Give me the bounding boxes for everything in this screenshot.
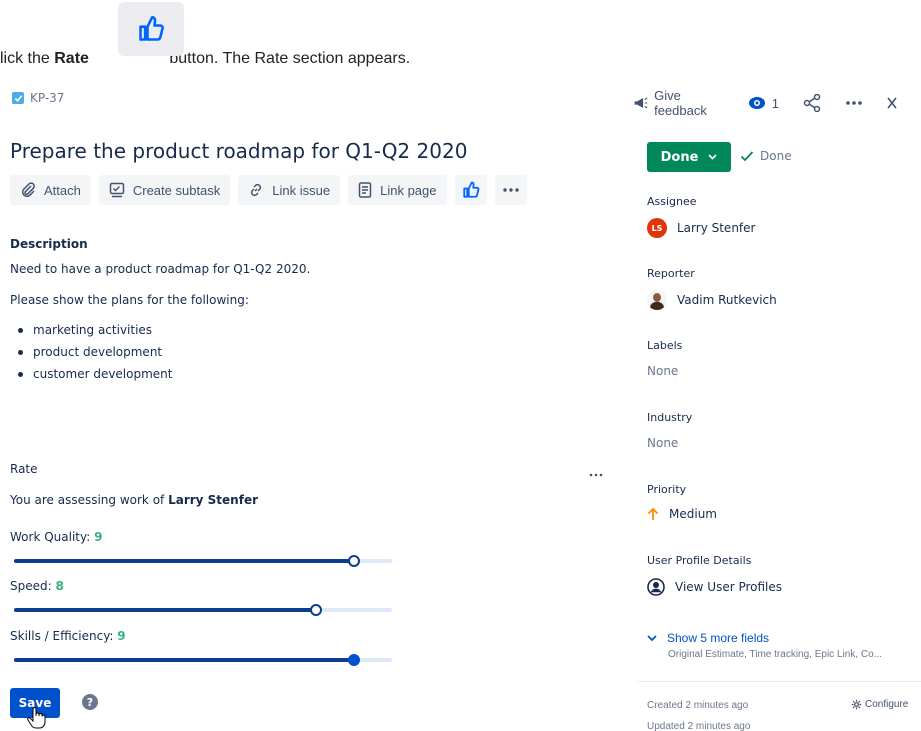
status-label: Done [660, 149, 699, 165]
create-subtask-button[interactable]: Create subtask [98, 175, 231, 205]
skills-efficiency-slider[interactable] [14, 654, 392, 666]
avatar: LS [647, 218, 667, 238]
updated-timestamp: Updated 2 minutes ago [647, 721, 751, 731]
reporter-name: Vadim Rutkevich [677, 293, 777, 307]
industry-label: Industry [647, 411, 693, 424]
criterion-label-speed: Speed: 8 [10, 579, 64, 593]
attach-button[interactable]: Attach [10, 175, 91, 205]
avatar [647, 290, 667, 310]
slider-thumb[interactable] [310, 604, 323, 616]
share-icon [803, 94, 821, 112]
give-feedback-label: Give feedback [654, 88, 707, 118]
subtask-icon [109, 182, 125, 198]
priority-label: Priority [647, 483, 687, 496]
page-icon [358, 182, 372, 198]
description-label: Description [10, 237, 88, 251]
attach-label: Attach [44, 182, 81, 198]
paperclip-icon [21, 182, 35, 198]
configure-button[interactable]: Configure [851, 699, 908, 710]
watch-button[interactable]: 1 [748, 96, 779, 111]
status-dropdown[interactable]: Done [647, 142, 731, 172]
issue-toolbar: Attach Create subtask Link issue Link pa… [10, 175, 527, 205]
link-issue-button[interactable]: Link issue [238, 175, 341, 205]
view-user-profiles-label: View User Profiles [675, 580, 783, 594]
megaphone-icon [634, 97, 648, 109]
configure-label: Configure [865, 699, 909, 710]
user-circle-icon [647, 578, 665, 596]
description-list: marketing activities product development… [16, 319, 172, 385]
priority-value: Medium [669, 507, 717, 521]
arrow-up-icon [647, 507, 659, 520]
help-icon[interactable]: ? [82, 694, 98, 710]
industry-value[interactable]: None [647, 436, 678, 450]
link-issue-label: Link issue [272, 182, 331, 198]
reporter-field[interactable]: Vadim Rutkevich [647, 290, 777, 310]
thumbs-up-icon [139, 16, 164, 41]
assignee-name: Larry Stenfer [677, 221, 756, 235]
chevron-down-icon [708, 154, 717, 160]
rate-more-button[interactable] [589, 462, 603, 481]
give-feedback-button[interactable]: Give feedback [633, 88, 724, 118]
close-icon [887, 97, 897, 109]
more-actions-button[interactable] [845, 100, 863, 106]
more-icon [589, 473, 603, 477]
description-line-1: Need to have a product roadmap for Q1-Q2… [10, 262, 311, 276]
list-item: product development [16, 341, 172, 363]
criterion-label-work-quality: Work Quality: 9 [10, 530, 103, 544]
chevron-down-icon [647, 634, 657, 641]
close-button[interactable] [887, 97, 897, 109]
more-icon [846, 101, 862, 105]
issue-key[interactable]: KP-37 [12, 91, 64, 105]
user-profile-label: User Profile Details [647, 554, 752, 567]
task-type-icon [12, 92, 24, 104]
work-quality-slider[interactable] [14, 555, 392, 567]
more-icon [502, 188, 519, 192]
labels-label: Labels [647, 339, 683, 352]
slider-thumb[interactable] [348, 555, 361, 567]
instruction-text: lick the Rate button. The Rate section a… [0, 50, 411, 67]
assessing-text: You are assessing work of Larry Stenfer [10, 493, 258, 507]
link-icon [251, 183, 262, 197]
speed-slider[interactable] [14, 604, 392, 616]
description-line-2: Please show the plans for the following: [10, 293, 249, 307]
watcher-count: 1 [771, 95, 779, 111]
rate-button[interactable] [454, 175, 487, 205]
divider [637, 681, 921, 682]
issue-title[interactable]: Prepare the product roadmap for Q1-Q2 20… [10, 139, 467, 163]
priority-field[interactable]: Medium [647, 507, 717, 521]
criterion-label-skills: Skills / Efficiency: 9 [10, 629, 126, 643]
create-subtask-label: Create subtask [132, 182, 221, 198]
labels-value[interactable]: None [647, 364, 678, 378]
show-more-fields-label: Show 5 more fields [667, 631, 770, 645]
resolution: Done [740, 149, 792, 163]
rate-label: Rate [10, 462, 38, 476]
created-timestamp: Created 2 minutes ago [647, 700, 749, 711]
issue-key-label: KP-37 [30, 91, 65, 105]
check-icon [740, 151, 754, 162]
issue-top-actions: Give feedback 1 [633, 88, 921, 118]
rate-button-illustration [118, 2, 184, 56]
assignee-label: Assignee [647, 195, 697, 208]
resolution-label: Done [760, 149, 792, 163]
link-page-button[interactable]: Link page [348, 175, 447, 205]
more-fields-summary: Original Estimate, Time tracking, Epic L… [668, 649, 882, 660]
view-user-profiles-link[interactable]: View User Profiles [647, 578, 782, 596]
share-button[interactable] [803, 94, 821, 112]
eye-icon [748, 97, 765, 109]
list-item: customer development [16, 363, 172, 385]
list-item: marketing activities [16, 319, 172, 341]
assignee-field[interactable]: LS Larry Stenfer [647, 218, 755, 238]
show-more-fields[interactable]: Show 5 more fields Original Estimate, Ti… [647, 631, 882, 660]
slider-thumb[interactable] [348, 654, 361, 666]
gear-icon [851, 699, 862, 710]
more-toolbar-button[interactable] [494, 175, 527, 205]
hand-cursor-icon [26, 706, 48, 731]
reporter-label: Reporter [647, 267, 695, 280]
thumbs-up-icon [462, 181, 479, 198]
link-page-label: Link page [380, 182, 437, 198]
